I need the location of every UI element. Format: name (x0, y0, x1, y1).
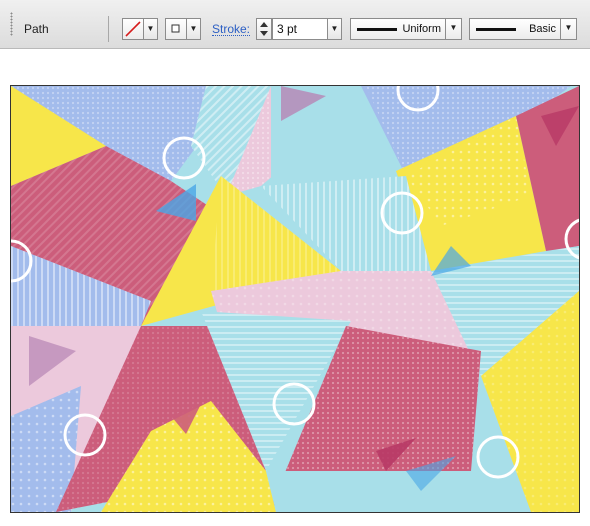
profile-label: Uniform (402, 23, 441, 35)
profile-line-preview (357, 28, 397, 31)
stepper-down-icon[interactable] (260, 31, 268, 36)
stroke-weight-dropdown-button[interactable]: ▼ (327, 18, 342, 40)
fill-dropdown-button[interactable]: ▼ (143, 18, 158, 40)
divider (108, 16, 109, 42)
fill-swatch[interactable] (122, 18, 144, 40)
stroke-weight-stepper[interactable] (256, 18, 272, 40)
brush-definition-select[interactable]: Basic ▼ (469, 18, 577, 40)
chevron-down-icon: ▼ (189, 24, 198, 33)
chevron-down-icon: ▼ (330, 24, 339, 33)
artboard[interactable] (10, 85, 580, 513)
panel-grip-icon[interactable] (10, 12, 13, 36)
brush-line-preview (476, 28, 516, 31)
stroke-panel-link[interactable]: Stroke: (212, 23, 251, 36)
control-bar: Path ▼ ▼ Stroke: 3 pt ▼ Uniform ▼ Basic … (0, 0, 590, 49)
geometric-artwork (11, 86, 579, 512)
chevron-down-icon: ▼ (445, 18, 461, 40)
stroke-weight-input[interactable]: 3 pt (272, 18, 328, 40)
no-fill-slash-swatch-icon (125, 21, 141, 37)
chevron-down-icon: ▼ (146, 24, 155, 33)
variable-width-profile-select[interactable]: Uniform ▼ (350, 18, 462, 40)
stroke-swatch[interactable] (165, 18, 187, 40)
stroke-dropdown-button[interactable]: ▼ (186, 18, 201, 40)
stroke-swatch-icon (171, 24, 180, 33)
chevron-down-icon: ▼ (560, 18, 576, 40)
brush-label: Basic (529, 23, 556, 35)
stepper-up-icon[interactable] (260, 22, 268, 27)
selection-type-label: Path (24, 22, 49, 36)
